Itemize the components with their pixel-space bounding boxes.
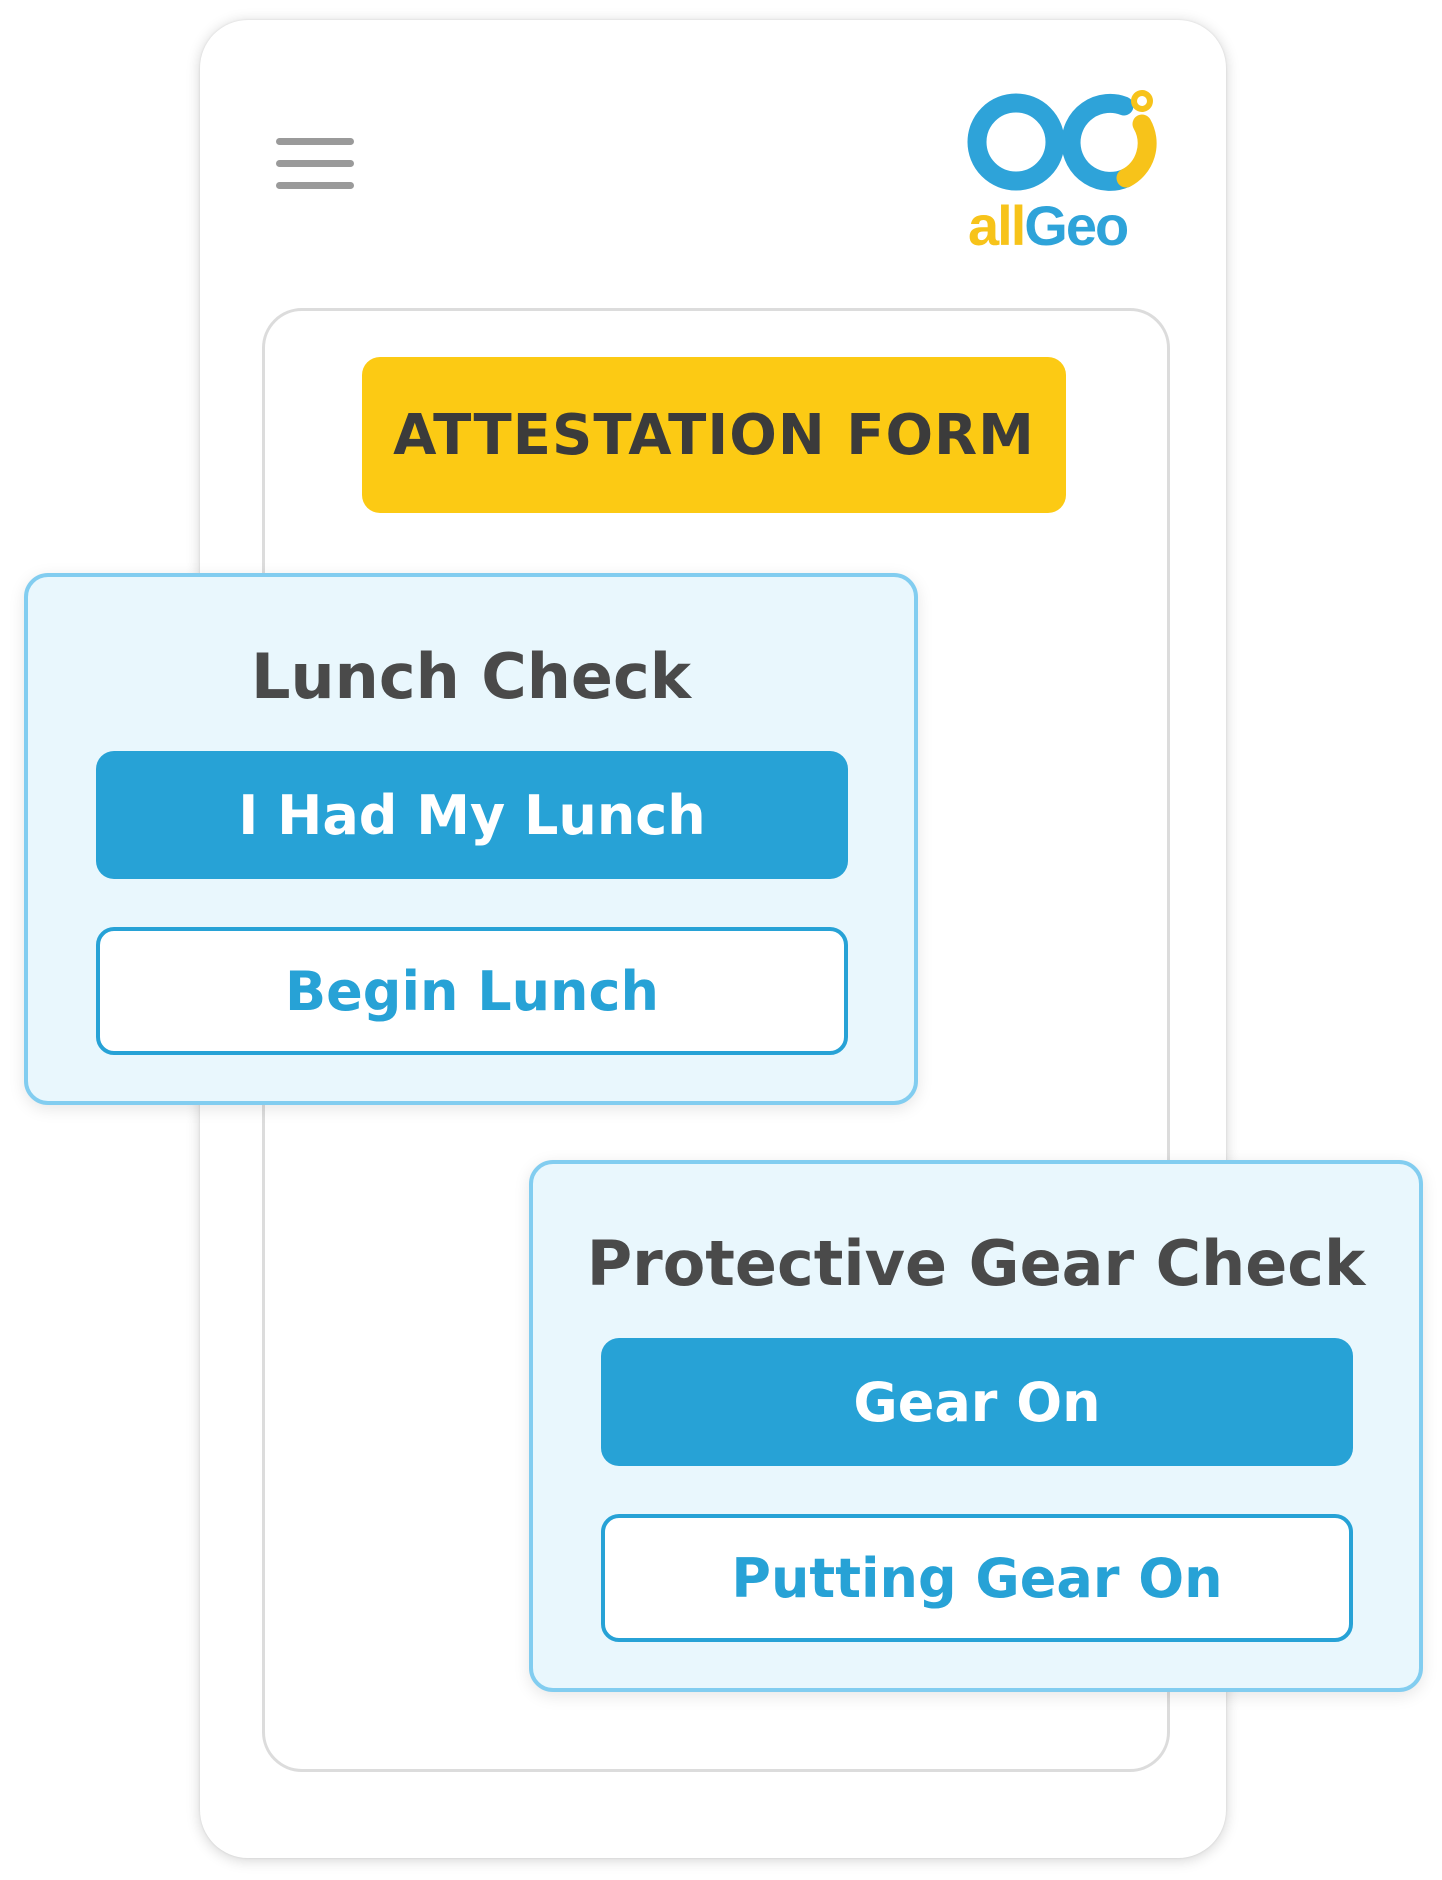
allgeo-logo-mark-icon — [967, 90, 1157, 191]
had-lunch-button[interactable]: I Had My Lunch — [96, 751, 848, 879]
menu-line — [276, 182, 354, 189]
menu-line — [276, 160, 354, 167]
form-title: ATTESTATION FORM — [393, 402, 1035, 468]
begin-lunch-button[interactable]: Begin Lunch — [96, 927, 848, 1055]
menu-line — [276, 138, 354, 145]
logo-text-geo: Geo — [1024, 194, 1129, 257]
allgeo-logo: allGeo — [966, 84, 1166, 257]
logo-text-all: all — [968, 194, 1026, 257]
hamburger-menu-icon[interactable] — [276, 138, 354, 192]
lunch-check-card: Lunch Check I Had My Lunch Begin Lunch — [24, 573, 918, 1105]
gear-check-title: Protective Gear Check — [586, 1227, 1366, 1300]
gear-on-button[interactable]: Gear On — [601, 1338, 1353, 1466]
attestation-form-banner: ATTESTATION FORM — [362, 357, 1066, 513]
lunch-check-title: Lunch Check — [251, 640, 691, 713]
putting-gear-on-button[interactable]: Putting Gear On — [601, 1514, 1353, 1642]
protective-gear-check-card: Protective Gear Check Gear On Putting Ge… — [529, 1160, 1423, 1692]
allgeo-logo-text: allGeo — [968, 194, 1129, 257]
